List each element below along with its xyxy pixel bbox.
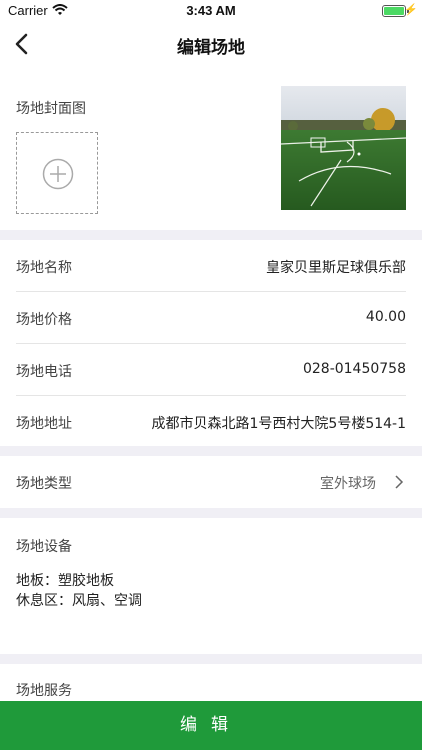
equipment-section: 场地设备 地板：塑胶地板 休息区：风扇、空调 <box>0 518 422 654</box>
cover-photo[interactable] <box>281 86 406 210</box>
row-label-address: 场地地址 <box>16 416 72 432</box>
venue-type-label: 场地类型 <box>16 476 72 492</box>
status-bar: Carrier 3:43 AM ⚡ <box>0 0 422 22</box>
row-value-name: 皇家贝里斯足球俱乐部 <box>266 260 406 276</box>
row-value-price: 40.00 <box>365 309 406 325</box>
equipment-title: 场地设备 <box>16 539 72 555</box>
row-label-phone: 场地电话 <box>16 364 72 380</box>
plus-circle-icon <box>42 158 74 190</box>
row-label-price: 场地价格 <box>16 312 72 328</box>
row-name[interactable]: 场地名称 皇家贝里斯足球俱乐部 <box>16 240 406 292</box>
battery-icon <box>382 5 406 17</box>
equipment-rest-area: 休息区：风扇、空调 <box>16 593 142 609</box>
equipment-floor: 地板：塑胶地板 <box>16 573 114 589</box>
upload-cover-button[interactable] <box>16 132 98 214</box>
venue-type-row[interactable]: 场地类型 室外球场 <box>0 456 422 508</box>
edit-button[interactable]: 编辑 <box>0 701 422 750</box>
cover-section: 场地封面图 <box>0 66 422 230</box>
venue-type-value: 室外球场 <box>320 476 376 492</box>
navigation-bar: 编辑场地 <box>0 22 422 66</box>
status-time: 3:43 AM <box>186 3 236 18</box>
soccer-field-photo <box>281 86 406 210</box>
charging-icon: ⚡ <box>404 4 418 16</box>
chevron-right-icon <box>395 475 404 489</box>
service-section: 场地服务 <box>0 664 422 704</box>
row-value-address: 成都市贝森北路1号西村大院5号楼514-1 <box>151 416 407 432</box>
row-phone[interactable]: 场地电话 028-01450758 <box>16 344 406 396</box>
cover-label: 场地封面图 <box>16 101 86 117</box>
row-value-phone: 028-01450758 <box>302 361 406 377</box>
service-title: 场地服务 <box>16 683 72 699</box>
row-label-name: 场地名称 <box>16 260 72 276</box>
page-title: 编辑场地 <box>177 38 245 58</box>
info-section: 场地名称 皇家贝里斯足球俱乐部 场地价格 40.00 场地电话 028-0145… <box>0 240 422 446</box>
row-price[interactable]: 场地价格 40.00 <box>16 292 406 344</box>
row-address[interactable]: 场地地址 成都市贝森北路1号西村大院5号楼514-1 <box>16 396 406 448</box>
battery-fill <box>384 7 404 15</box>
